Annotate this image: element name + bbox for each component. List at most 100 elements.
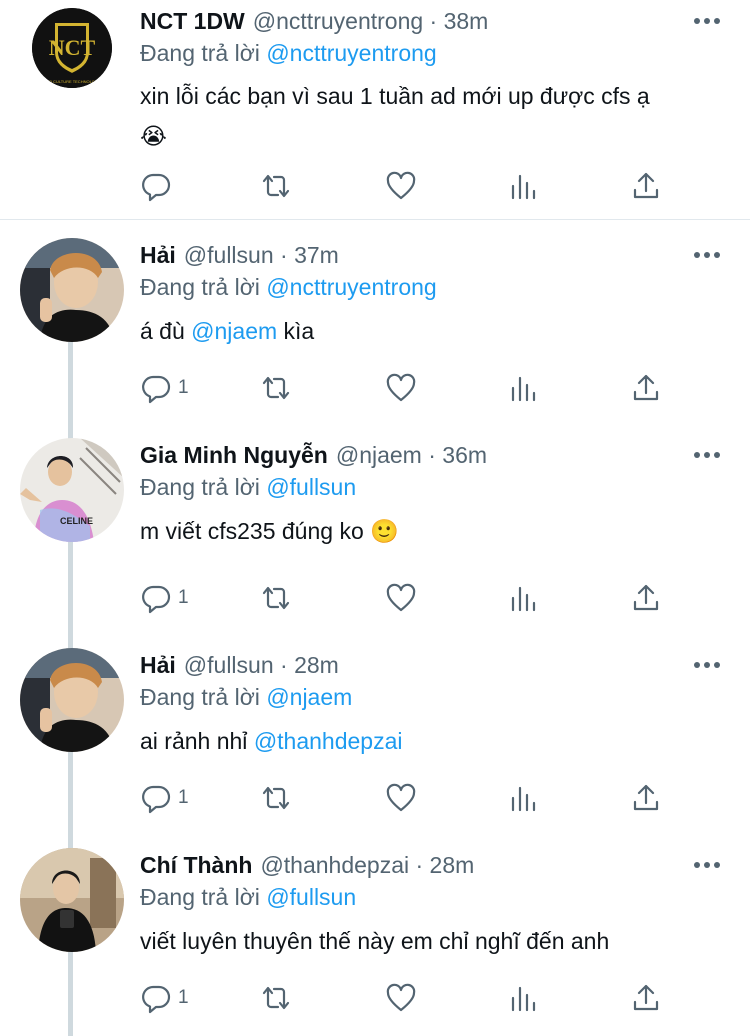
smile-emoji: 🙂: [370, 518, 399, 544]
heart-icon: [386, 583, 416, 612]
bar-chart-icon: [511, 376, 536, 402]
tweet[interactable]: Chí Thành @thanhdepzai · 28m Đang trả lờ…: [0, 848, 750, 1036]
tweet-text: m viết cfs235 đúng ko 🙂: [140, 518, 399, 544]
retweet-button[interactable]: [260, 166, 292, 206]
tweet[interactable]: Hải @fullsun · 28m Đang trả lời @njaem a…: [0, 648, 750, 848]
reply-icon: [142, 785, 171, 814]
stats-button[interactable]: [508, 978, 540, 1018]
avatar[interactable]: [20, 848, 124, 952]
avatar-photo: [20, 648, 124, 752]
mention-link[interactable]: @thanhdepzai: [254, 728, 403, 754]
reply-button[interactable]: 1: [140, 368, 189, 408]
reply-icon: [142, 985, 171, 1014]
like-button[interactable]: [385, 368, 417, 408]
reply-count: 1: [178, 587, 189, 608]
stats-button[interactable]: [508, 166, 540, 206]
share-button[interactable]: [630, 368, 662, 408]
handle-and-time[interactable]: @ncttruyentrong · 38m: [253, 8, 489, 35]
reply-to-mention[interactable]: @ncttruyentrong: [266, 274, 436, 300]
retweet-icon: [262, 586, 290, 610]
mention-link[interactable]: @njaem: [191, 318, 277, 344]
replying-to: Đang trả lời @fullsun: [140, 884, 357, 910]
retweet-icon: [262, 174, 290, 198]
avatar[interactable]: CELINE: [20, 438, 124, 542]
reply-icon: [142, 173, 171, 202]
handle-and-time[interactable]: @fullsun · 28m: [184, 652, 339, 679]
bar-chart-icon: [511, 986, 536, 1012]
display-name[interactable]: Hải: [140, 652, 176, 679]
bar-chart-icon: [511, 786, 536, 812]
handle-and-time[interactable]: @fullsun · 37m: [184, 242, 339, 269]
retweet-button[interactable]: [260, 368, 292, 408]
like-button[interactable]: [385, 978, 417, 1018]
tweet-text: á đù @njaem kìa: [140, 318, 315, 344]
tweet-actions: 1: [140, 578, 680, 618]
like-button[interactable]: [385, 578, 417, 618]
tweet[interactable]: Hải @fullsun · 37m Đang trả lời @ncttruy…: [0, 238, 750, 438]
tweet-header: Chí Thành @thanhdepzai · 28m: [140, 848, 474, 882]
replying-to: Đang trả lời @ncttruyentrong: [140, 40, 437, 66]
bar-chart-icon: [511, 174, 536, 200]
reply-button[interactable]: 1: [140, 978, 189, 1018]
reply-icon: [142, 585, 171, 614]
stats-button[interactable]: [508, 778, 540, 818]
divider: [0, 219, 750, 220]
reply-button[interactable]: 1: [140, 778, 189, 818]
share-icon: [633, 984, 659, 1011]
retweet-icon: [262, 376, 290, 400]
display-name[interactable]: NCT 1DW: [140, 8, 245, 35]
svg-text:NCT: NCT: [49, 35, 96, 60]
reply-to-mention[interactable]: @ncttruyentrong: [266, 40, 436, 66]
like-button[interactable]: [385, 166, 417, 206]
tweet-header: Gia Minh Nguyễn @njaem · 36m: [140, 438, 487, 472]
retweet-button[interactable]: [260, 578, 292, 618]
reply-button[interactable]: 1: [140, 578, 189, 618]
share-button[interactable]: [630, 578, 662, 618]
reply-to-mention[interactable]: @fullsun: [266, 884, 356, 910]
more-dots-icon[interactable]: [694, 654, 720, 676]
avatar[interactable]: NCT NEO CULTURE TECHNOLOGY: [32, 8, 112, 88]
svg-text:NEO CULTURE TECHNOLOGY: NEO CULTURE TECHNOLOGY: [43, 79, 101, 84]
reply-count: 1: [178, 987, 189, 1008]
display-name[interactable]: Chí Thành: [140, 852, 252, 879]
reply-count: 1: [178, 787, 189, 808]
tweet-header: Hải @fullsun · 37m: [140, 238, 339, 272]
reply-button[interactable]: [140, 166, 172, 206]
more-dots-icon[interactable]: [694, 10, 720, 32]
share-button[interactable]: [630, 778, 662, 818]
tweet[interactable]: CELINE Gia Minh Nguyễn @njaem · 36m Đang…: [0, 438, 750, 638]
more-dots-icon[interactable]: [694, 854, 720, 876]
stats-button[interactable]: [508, 578, 540, 618]
more-dots-icon[interactable]: [694, 244, 720, 266]
avatar[interactable]: [20, 238, 124, 342]
more-dots-icon[interactable]: [694, 444, 720, 466]
share-icon: [633, 584, 659, 611]
retweet-icon: [262, 986, 290, 1010]
tweet-text: ai rảnh nhỉ @thanhdepzai: [140, 728, 403, 754]
share-button[interactable]: [630, 978, 662, 1018]
heart-icon: [386, 171, 416, 200]
avatar-photo: [20, 238, 124, 342]
handle-and-time[interactable]: @thanhdepzai · 28m: [260, 852, 474, 879]
tweet[interactable]: NCT NEO CULTURE TECHNOLOGY NCT 1DW @nctt…: [0, 4, 750, 219]
heart-icon: [386, 373, 416, 402]
reply-to-mention[interactable]: @njaem: [266, 684, 352, 710]
tweet-actions: 1: [140, 368, 680, 408]
heart-icon: [386, 783, 416, 812]
stats-button[interactable]: [508, 368, 540, 408]
share-button[interactable]: [630, 166, 662, 206]
retweet-button[interactable]: [260, 978, 292, 1018]
replying-to: Đang trả lời @ncttruyentrong: [140, 274, 437, 300]
crying-emoji: 😭: [140, 123, 167, 149]
bar-chart-icon: [511, 586, 536, 612]
display-name[interactable]: Gia Minh Nguyễn: [140, 442, 328, 469]
like-button[interactable]: [385, 778, 417, 818]
retweet-button[interactable]: [260, 778, 292, 818]
reply-to-mention[interactable]: @fullsun: [266, 474, 356, 500]
display-name[interactable]: Hải: [140, 242, 176, 269]
handle-and-time[interactable]: @njaem · 36m: [336, 442, 487, 469]
reply-icon: [142, 375, 171, 404]
reply-count: 1: [178, 377, 189, 398]
heart-icon: [386, 983, 416, 1012]
avatar[interactable]: [20, 648, 124, 752]
